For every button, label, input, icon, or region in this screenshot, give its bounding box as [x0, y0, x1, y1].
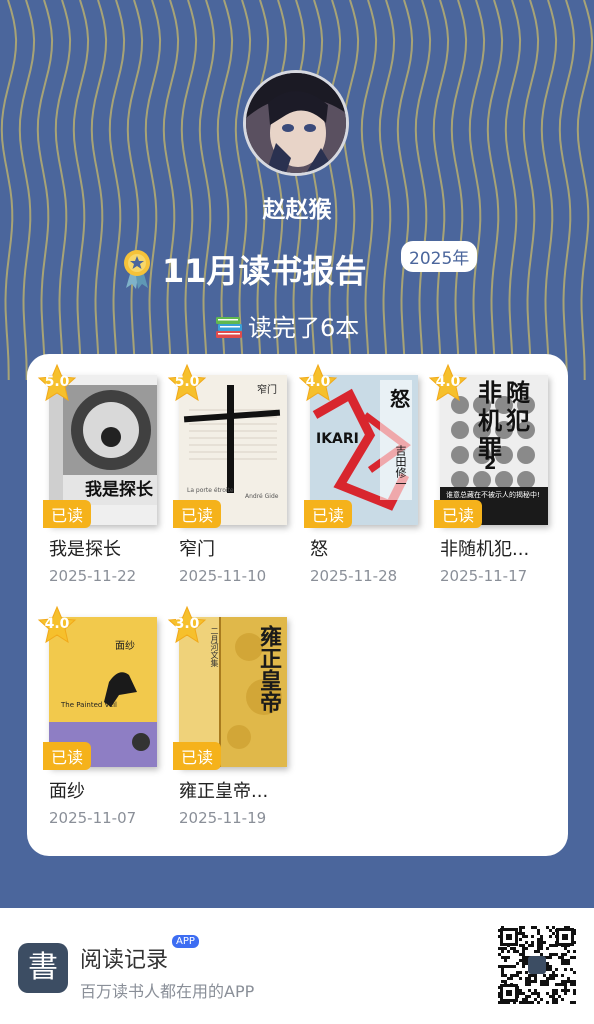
username: 赵赵猴: [262, 197, 332, 223]
book-item-5[interactable]: 面纱 The Painted Veil 4.0 已读 面纱 2025-11-07: [37, 605, 169, 832]
app-badge: APP: [172, 935, 199, 948]
read-count-text: 读完了6本: [248, 314, 360, 342]
read-count-row: 读完了6本: [214, 308, 359, 343]
cover-latin: IKARI: [316, 431, 359, 447]
book-item-4[interactable]: 非随机犯罪 2 谁意总藏在不被示人的揭秘中! 4.0 已读 非随机犯... 20…: [428, 363, 560, 590]
book-item-1[interactable]: 我是探长 5.0 已读 我是探长 2025-11-22: [37, 363, 169, 590]
app-logo-icon[interactable]: 書: [18, 943, 68, 993]
read-date: 2025-11-22: [49, 567, 137, 585]
cover-title: 雍正皇帝: [256, 625, 281, 713]
cover-english: The Painted Veil: [61, 701, 117, 709]
rating-value: 5.0: [174, 374, 200, 390]
cover-author: André Gide: [245, 493, 279, 500]
rating-badge: 4.0: [428, 363, 468, 403]
rating-value: 5.0: [44, 374, 70, 390]
cover-title: 我是探长: [85, 480, 153, 500]
cover-title: 窄门: [257, 385, 277, 396]
medal-icon: [124, 250, 150, 289]
rating-badge: 5.0: [37, 363, 77, 403]
book-name: 雍正皇帝...: [179, 781, 269, 802]
rating-badge: 4.0: [298, 363, 338, 403]
report-header-background: 赵赵猴 11月读书报告 2025年 读完了6本 我是探长 5.0 已读 我是探长…: [0, 0, 594, 908]
cover-title: 非随机犯罪: [478, 379, 534, 463]
cover-side-title: 二月河文集: [210, 627, 219, 667]
rating-badge: 4.0: [37, 605, 77, 645]
read-tag: 已读: [434, 500, 483, 528]
read-date: 2025-11-17: [440, 567, 528, 585]
app-name: 阅读记录: [80, 948, 169, 973]
report-title: 11月读书报告: [162, 252, 367, 290]
avatar-image: [246, 73, 346, 173]
book-name: 窄门: [179, 539, 215, 560]
book-name: 怒: [310, 539, 328, 560]
books-card: 我是探长 5.0 已读 我是探长 2025-11-22 窄门 La porte …: [27, 354, 568, 856]
book-name: 非随机犯...: [440, 539, 530, 560]
avatar[interactable]: [243, 70, 349, 176]
books-icon: [216, 317, 242, 338]
rating-value: 4.0: [305, 374, 331, 390]
read-date: 2025-11-28: [310, 567, 398, 585]
book-item-3[interactable]: 怒 吉田修一 IKARI 4.0 已读 怒 2025-11-28: [298, 363, 430, 590]
read-date: 2025-11-07: [49, 809, 137, 827]
read-tag: 已读: [43, 742, 92, 770]
book-name: 我是探长: [49, 539, 121, 560]
read-date: 2025-11-10: [179, 567, 267, 585]
book-item-6[interactable]: 雍正皇帝 二月河文集 3.0 已读 雍正皇帝... 2025-11-19: [167, 605, 299, 832]
cover-blurb: 谁意总藏在不被示人的揭秘中!: [446, 491, 540, 499]
app-footer: 書 阅读记录 APP 百万读书人都在用的APP: [0, 908, 594, 1024]
rating-value: 4.0: [435, 374, 461, 390]
qr-code-icon[interactable]: [498, 926, 576, 1004]
app-slogan: 百万读书人都在用的APP: [80, 982, 255, 1001]
read-tag: 已读: [173, 500, 222, 528]
read-tag: 已读: [43, 500, 92, 528]
rating-value: 3.0: [174, 616, 200, 632]
cover-number: 2: [484, 453, 497, 474]
read-tag: 已读: [173, 742, 222, 770]
cover-subtitle: La porte étroite: [187, 487, 234, 494]
read-date: 2025-11-19: [179, 809, 267, 827]
cover-title: 怒: [390, 387, 410, 411]
year-badge: 2025年: [401, 241, 478, 272]
cover-title: 面纱: [115, 641, 135, 652]
read-tag: 已读: [304, 500, 353, 528]
rating-badge: 5.0: [167, 363, 207, 403]
rating-value: 4.0: [44, 616, 70, 632]
cover-author: 吉田修一: [394, 445, 407, 489]
book-name: 面纱: [49, 781, 85, 802]
book-item-2[interactable]: 窄门 La porte étroite André Gide 5.0 已读 窄门…: [167, 363, 299, 590]
rating-badge: 3.0: [167, 605, 207, 645]
